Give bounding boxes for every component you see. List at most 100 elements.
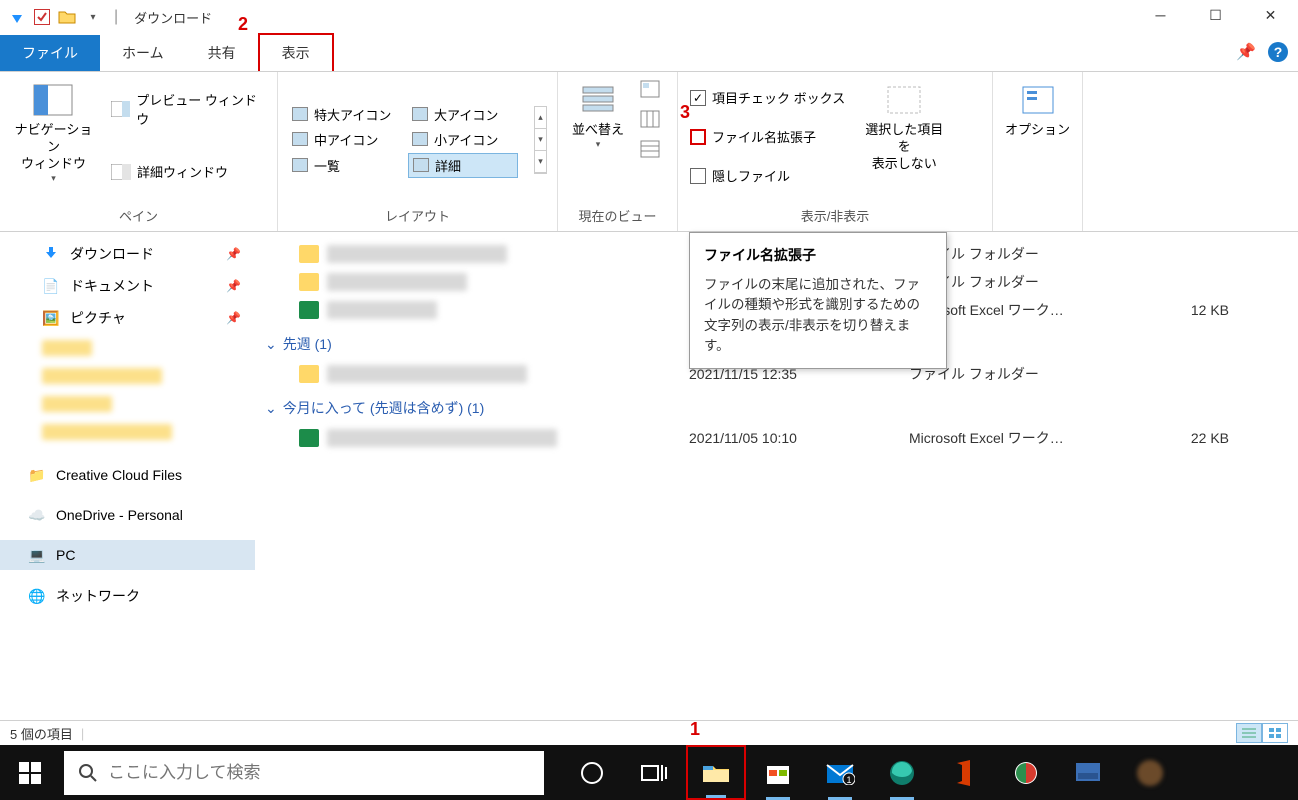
network-icon: 🌐 bbox=[28, 587, 46, 605]
item-checkboxes-toggle[interactable]: 項目チェック ボックス bbox=[688, 84, 847, 111]
store-button[interactable] bbox=[748, 745, 808, 800]
tab-share[interactable]: 共有 bbox=[186, 35, 258, 71]
annotation-1: 1 bbox=[690, 719, 700, 740]
ribbon-tabs: ファイル ホーム 共有 表示 2 📌 ? bbox=[0, 34, 1298, 72]
folder-icon: 📁 bbox=[28, 466, 46, 484]
nav-downloads[interactable]: ダウンロード📌 bbox=[0, 238, 255, 270]
mail-button[interactable]: 1 bbox=[810, 745, 870, 800]
nav-creative-cloud[interactable]: 📁Creative Cloud Files bbox=[0, 460, 255, 490]
minimize-button[interactable]: ─ bbox=[1133, 0, 1188, 30]
title-bar: ▾ | ダウンロード ─ ☐ ✕ bbox=[0, 0, 1298, 34]
hidden-items-toggle[interactable]: 隠しファイル bbox=[688, 162, 847, 189]
file-list: ファイル名拡張子 ファイルの末尾に追加された、ファイルの種類や形式を識別するため… bbox=[255, 232, 1298, 720]
checkbox-icon bbox=[690, 129, 706, 145]
search-input[interactable] bbox=[108, 763, 530, 783]
group-by-button[interactable] bbox=[640, 80, 662, 100]
taskbar: 1 1 bbox=[0, 745, 1298, 800]
hide-selected-button[interactable]: 選択した項目を 表示しない bbox=[859, 78, 949, 173]
hide-selected-icon bbox=[884, 82, 924, 118]
navigation-pane: ダウンロード📌 📄ドキュメント📌 🖼️ピクチャ📌 📁Creative Cloud… bbox=[0, 232, 255, 720]
tooltip-file-extensions: ファイル名拡張子 ファイルの末尾に追加された、ファイルの種類や形式を識別するため… bbox=[689, 232, 947, 369]
qat-dropdown-icon[interactable]: ▾ bbox=[84, 8, 102, 26]
layout-gallery-scroll[interactable]: ▴▾▾ bbox=[534, 106, 547, 174]
documents-icon: 📄 bbox=[42, 277, 60, 295]
onedrive-icon: ☁️ bbox=[28, 506, 46, 524]
layout-s-icons[interactable]: 小アイコン bbox=[408, 128, 518, 151]
tab-view[interactable]: 表示 bbox=[258, 33, 334, 71]
sort-icon bbox=[578, 82, 618, 118]
nav-item-redacted[interactable] bbox=[0, 362, 255, 390]
minimize-ribbon-icon[interactable]: 📌 bbox=[1236, 42, 1256, 62]
layout-xl-icons[interactable]: 特大アイコン bbox=[288, 103, 398, 126]
tab-home[interactable]: ホーム bbox=[100, 35, 186, 71]
nav-documents[interactable]: 📄ドキュメント📌 bbox=[0, 270, 255, 302]
app-button-3[interactable] bbox=[1120, 745, 1180, 800]
group-panes-label: ペイン bbox=[10, 202, 267, 231]
sort-button[interactable]: 並べ替え ▾ bbox=[568, 78, 628, 151]
pc-icon: 💻 bbox=[28, 546, 46, 564]
help-icon[interactable]: ? bbox=[1268, 42, 1288, 62]
preview-pane-button[interactable]: プレビュー ウィンドウ bbox=[109, 86, 267, 132]
dropdown-icon: ▾ bbox=[51, 173, 56, 185]
nav-pictures[interactable]: 🖼️ピクチャ📌 bbox=[0, 302, 255, 334]
maximize-button[interactable]: ☐ bbox=[1188, 0, 1243, 30]
task-view-button[interactable] bbox=[624, 745, 684, 800]
chevron-down-icon: ⌄ bbox=[265, 400, 277, 417]
window-title: ダウンロード bbox=[134, 8, 212, 27]
taskbar-search[interactable] bbox=[64, 751, 544, 795]
size-columns-button[interactable] bbox=[640, 140, 662, 160]
nav-item-redacted[interactable] bbox=[0, 418, 255, 446]
navigation-pane-label: ナビゲーション ウィンドウ bbox=[10, 122, 97, 173]
cortana-button[interactable] bbox=[562, 745, 622, 800]
nav-item-redacted[interactable] bbox=[0, 390, 255, 418]
close-button[interactable]: ✕ bbox=[1243, 0, 1298, 30]
nav-pc[interactable]: 💻PC bbox=[0, 540, 255, 570]
folder-icon bbox=[58, 8, 76, 26]
options-button[interactable]: オプション bbox=[1003, 78, 1072, 139]
layout-details[interactable]: 詳細 bbox=[408, 153, 518, 178]
layout-l-icons[interactable]: 大アイコン bbox=[408, 103, 518, 126]
group-showhide-label: 表示/非表示 bbox=[688, 202, 982, 231]
layout-list[interactable]: 一覧 bbox=[288, 153, 398, 178]
annotation-2: 2 bbox=[238, 14, 248, 35]
down-arrow-icon[interactable] bbox=[8, 8, 26, 26]
app-button-2[interactable] bbox=[1058, 745, 1118, 800]
nav-onedrive[interactable]: ☁️OneDrive - Personal bbox=[0, 500, 255, 530]
annotation-3: 3 bbox=[680, 102, 690, 123]
file-extensions-toggle[interactable]: ファイル名拡張子 bbox=[688, 123, 847, 150]
properties-icon[interactable] bbox=[34, 9, 50, 25]
nav-item-redacted[interactable] bbox=[0, 334, 255, 362]
pin-icon: 📌 bbox=[226, 247, 241, 261]
checkbox-icon bbox=[690, 90, 706, 106]
group-header-this-month[interactable]: ⌄今月に入って (先週は含めず) (1) bbox=[259, 388, 1286, 424]
search-icon bbox=[78, 763, 98, 783]
pictures-icon: 🖼️ bbox=[42, 309, 60, 327]
nav-network[interactable]: 🌐ネットワーク bbox=[0, 580, 255, 612]
edge-button[interactable] bbox=[872, 745, 932, 800]
add-columns-button[interactable] bbox=[640, 110, 662, 130]
item-count: 5 個の項目 bbox=[10, 724, 73, 743]
navigation-pane-button[interactable]: ナビゲーション ウィンドウ ▾ bbox=[10, 78, 97, 184]
thumbnails-view-button[interactable] bbox=[1262, 723, 1288, 743]
checkbox-icon bbox=[690, 168, 706, 184]
navigation-pane-icon bbox=[33, 82, 73, 118]
app-button[interactable] bbox=[996, 745, 1056, 800]
file-explorer-button[interactable] bbox=[686, 745, 746, 800]
start-button[interactable] bbox=[0, 745, 60, 800]
details-view-button[interactable] bbox=[1236, 723, 1262, 743]
chevron-down-icon: ⌄ bbox=[265, 336, 277, 353]
status-bar: 5 個の項目 | bbox=[0, 720, 1298, 745]
office-button[interactable] bbox=[934, 745, 994, 800]
pin-icon: 📌 bbox=[226, 311, 241, 325]
layout-m-icons[interactable]: 中アイコン bbox=[288, 128, 398, 151]
svg-text:1: 1 bbox=[846, 775, 851, 785]
file-row[interactable]: 2021/11/05 10:10Microsoft Excel ワーク…22 K… bbox=[259, 424, 1286, 452]
downloads-icon bbox=[42, 245, 60, 263]
tab-file[interactable]: ファイル bbox=[0, 35, 100, 71]
options-icon bbox=[1018, 82, 1058, 118]
tooltip-body: ファイルの末尾に追加された、ファイルの種類や形式を識別するための文字列の表示/非… bbox=[704, 275, 932, 356]
pin-icon: 📌 bbox=[226, 279, 241, 293]
ribbon-view: ナビゲーション ウィンドウ ▾ プレビュー ウィンドウ 詳細ウィンドウ ペイン … bbox=[0, 72, 1298, 232]
details-pane-button[interactable]: 詳細ウィンドウ bbox=[109, 158, 267, 185]
group-layout-label: レイアウト bbox=[288, 202, 547, 231]
